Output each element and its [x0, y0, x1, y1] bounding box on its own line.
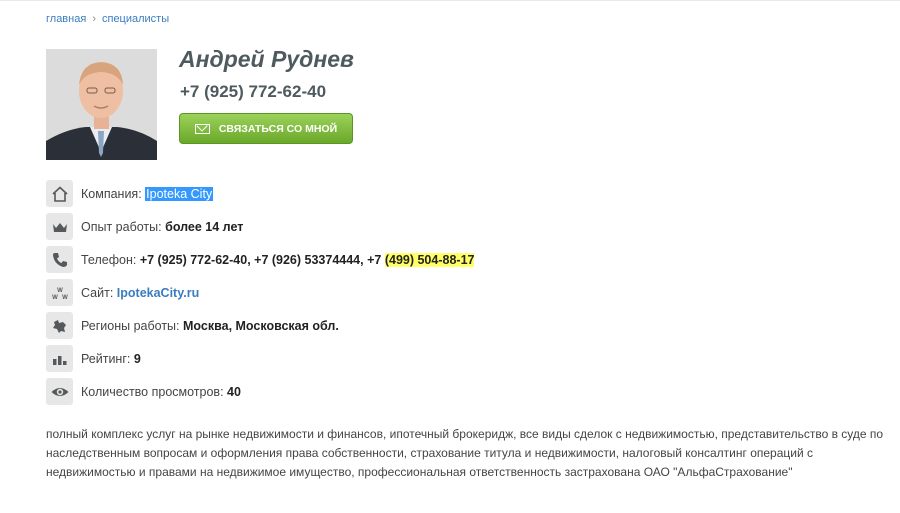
experience-label: Опыт работы: — [81, 219, 162, 234]
info-row-regions: Регионы работы: Москва, Московская обл. — [46, 309, 474, 342]
info-row-phone: Телефон: +7 (925) 772-62-40, +7 (926) 53… — [46, 243, 475, 276]
breadcrumb-specialists-link[interactable]: специалисты — [102, 13, 169, 25]
www-icon: WWW — [46, 279, 73, 306]
views-value: 40 — [227, 384, 241, 399]
site-label: Сайт: — [81, 285, 114, 300]
home-icon — [46, 180, 73, 207]
info-row-views: Количество просмотров: 40 — [46, 375, 474, 408]
phone-icon — [46, 246, 73, 273]
specialist-info-list: Компания: Ipoteka City Опыт работы: боле… — [46, 177, 475, 408]
contact-me-button[interactable]: СВЯЗАТЬСЯ СО МНОЙ — [179, 113, 353, 144]
company-label: Компания: — [81, 186, 142, 201]
phone-highlighted: (499) 504-88-17 — [384, 252, 475, 267]
regions-value: Москва, Московская обл. — [183, 318, 339, 333]
profile-photo — [46, 49, 157, 160]
specialist-phone: +7 (925) 772-62-40 — [180, 82, 327, 101]
rating-bars-icon — [46, 345, 73, 372]
breadcrumb: главная › специалисты — [46, 13, 169, 25]
specialist-description: полный комплекс услуг на рынке недвижимо… — [46, 427, 884, 479]
breadcrumb-home-link[interactable]: главная — [46, 13, 86, 25]
svg-text:W: W — [52, 295, 58, 301]
svg-text:W: W — [57, 288, 63, 294]
breadcrumb-separator: › — [92, 13, 96, 25]
contact-me-button-label: СВЯЗАТЬСЯ СО МНОЙ — [218, 122, 338, 135]
company-value: Ipoteka City — [145, 186, 214, 201]
site-link[interactable]: IpotekaCity.ru — [117, 286, 199, 300]
views-label: Количество просмотров: — [81, 384, 224, 399]
phone-label: Телефон: — [81, 252, 137, 267]
eye-icon — [46, 378, 73, 405]
phone-values: +7 (925) 772-62-40, +7 (926) 53374444, +… — [139, 252, 382, 267]
region-map-icon — [46, 312, 73, 339]
rating-value: 9 — [133, 351, 141, 366]
specialist-name: Андрей Руднев — [179, 46, 354, 72]
info-row-site: WWW Сайт: IpotekaCity.ru — [46, 276, 474, 309]
rating-label: Рейтинг: — [81, 351, 131, 366]
regions-label: Регионы работы: — [81, 318, 180, 333]
info-row-company: Компания: Ipoteka City — [46, 177, 474, 210]
top-divider — [0, 0, 900, 1]
info-row-rating: Рейтинг: 9 — [46, 342, 474, 375]
svg-text:W: W — [62, 295, 68, 301]
info-row-experience: Опыт работы: более 14 лет — [46, 210, 474, 243]
crown-icon — [46, 213, 73, 240]
experience-value: более 14 лет — [165, 219, 244, 234]
mail-icon — [194, 123, 210, 134]
